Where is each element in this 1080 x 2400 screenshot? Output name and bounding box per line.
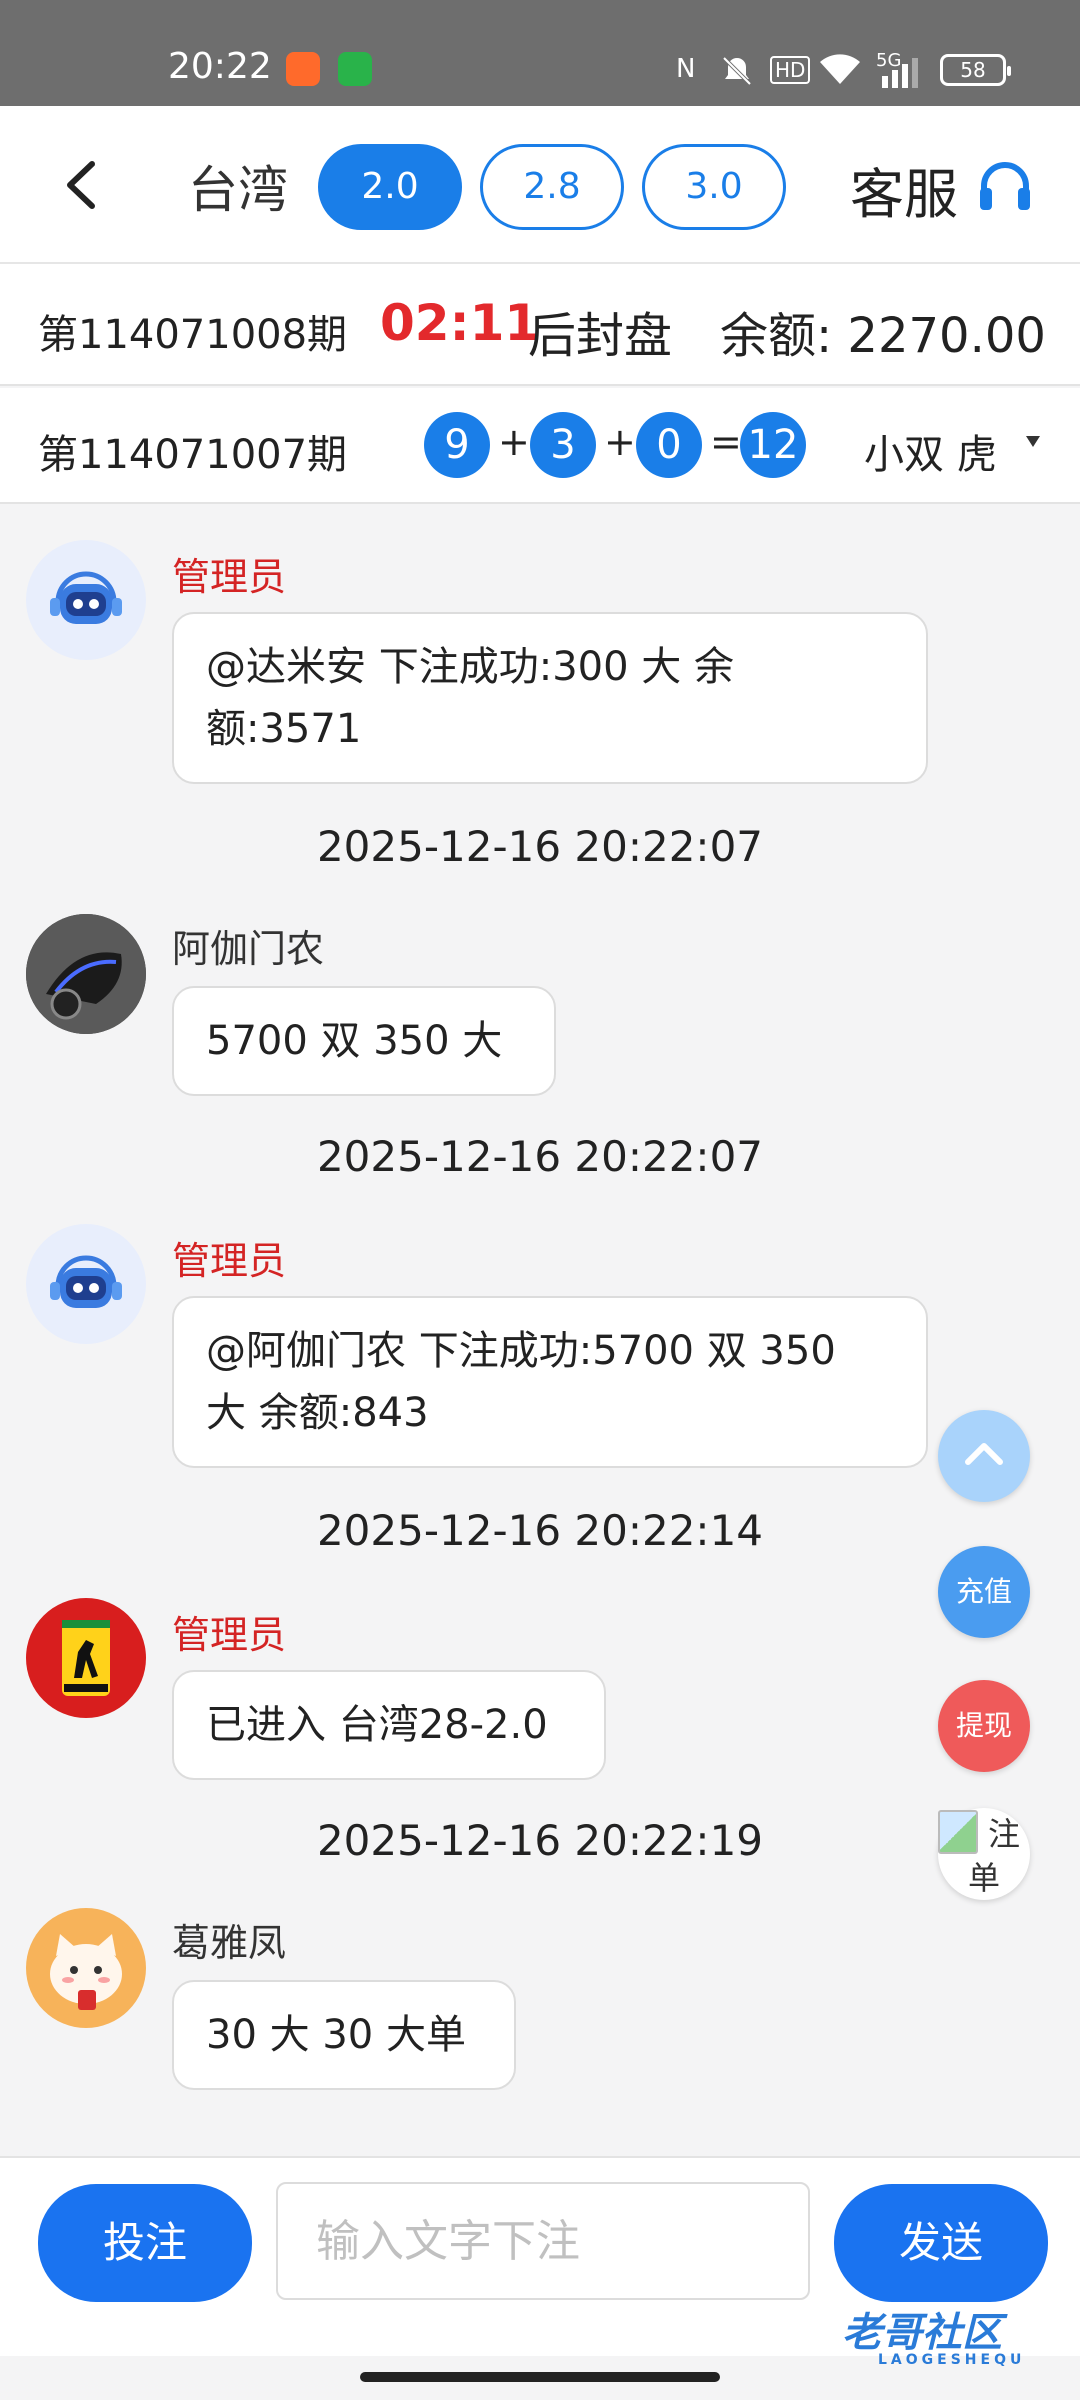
sender-name: 管理员 <box>172 1239 287 1283</box>
status-bar: 20:22 N HD 5G 58 <box>0 0 1080 106</box>
signal-icon <box>882 58 918 88</box>
ferrari-logo-icon <box>62 1620 110 1696</box>
result-sum-ball: 12 <box>740 412 806 478</box>
status-time: 20:22 <box>168 46 272 87</box>
message-bubble[interactable]: @阿伽门农 下注成功:5700 双 350 大 余额:843 <box>172 1296 928 1468</box>
send-button[interactable]: 发送 <box>834 2184 1048 2302</box>
last-period-label: 第114071007期 <box>38 432 348 478</box>
chevron-up-icon <box>965 1443 1003 1465</box>
bet-text-input[interactable] <box>276 2182 810 2300</box>
withdraw-button[interactable]: 提现 <box>938 1680 1030 1772</box>
cat-icon <box>50 1934 122 2010</box>
hd-icon: HD <box>770 56 811 84</box>
orders-button[interactable]: 注 单 <box>938 1808 1030 1900</box>
orders-label-line1: 注 <box>988 1815 1021 1853</box>
countdown-timer: 02:11 <box>380 294 540 352</box>
message-bubble[interactable]: 30 大 30 大单 <box>172 1980 516 2090</box>
headset-icon[interactable] <box>976 158 1034 216</box>
robot-icon <box>50 1255 122 1308</box>
operator: + <box>604 420 636 464</box>
customer-service-button[interactable]: 客服 <box>850 150 958 229</box>
home-indicator[interactable] <box>360 2372 720 2382</box>
operator: = <box>710 420 742 464</box>
sender-name: 管理员 <box>172 1613 287 1657</box>
battery-indicator: 58 <box>940 54 1011 86</box>
last-result-row: 第114071007期 9 + 3 + 0 = 12 小双 虎 <box>0 388 1080 504</box>
sender-name: 阿伽门农 <box>172 927 325 971</box>
current-period-label: 第114071008期 <box>38 312 348 358</box>
watermark-text: 老哥社区 <box>842 2310 1002 2356</box>
message-timestamp: 2025-12-16 20:22:07 <box>316 1132 764 1181</box>
cat-avatar[interactable] <box>26 1908 146 2028</box>
watermark: 老哥社区 LAOGESHEQU <box>842 2300 1025 2368</box>
message-bubble[interactable]: @达米安 下注成功:300 大 余 额:3571 <box>172 612 928 784</box>
mute-icon <box>722 56 752 86</box>
message-bubble[interactable]: 已进入 台湾28-2.0 <box>172 1670 606 1780</box>
current-period-row: 第114071008期 02:11 后封盘 余额: 2270.00 <box>0 264 1080 386</box>
operator: + <box>498 420 530 464</box>
ferrari-avatar[interactable] <box>26 1598 146 1718</box>
odds-tab-2-8[interactable]: 2.8 <box>480 144 624 230</box>
result-summary[interactable]: 小双 虎 <box>864 422 997 480</box>
scroll-top-button[interactable] <box>938 1410 1030 1502</box>
seal-text: 后封盘 <box>528 308 673 364</box>
odds-tab-3-0[interactable]: 3.0 <box>642 144 786 230</box>
broken-image-icon <box>938 1810 978 1854</box>
dropdown-triangle-icon[interactable] <box>1026 436 1040 447</box>
result-ball: 9 <box>424 412 490 478</box>
robot-icon <box>50 571 122 624</box>
back-arrow-icon[interactable] <box>62 160 102 210</box>
balance-display: 余额: 2270.00 <box>720 308 1046 364</box>
orders-label-line2: 单 <box>968 1859 1001 1897</box>
game-header: 台湾 2.0 2.8 3.0 客服 <box>0 106 1080 264</box>
message-timestamp: 2025-12-16 20:22:19 <box>316 1816 764 1865</box>
watermark-subtext: LAOGESHEQU <box>878 2352 1026 2368</box>
region-title: 台湾 <box>188 161 288 219</box>
odds-tab-2-0[interactable]: 2.0 <box>318 144 462 230</box>
bet-button[interactable]: 投注 <box>38 2184 252 2302</box>
wifi-icon <box>820 54 860 84</box>
robot-avatar[interactable] <box>26 540 146 660</box>
nfc-icon: N <box>676 54 696 84</box>
recharge-button[interactable]: 充值 <box>938 1546 1030 1638</box>
message-bubble[interactable]: 5700 双 350 大 <box>172 986 556 1096</box>
result-ball: 3 <box>530 412 596 478</box>
message-timestamp: 2025-12-16 20:22:07 <box>316 822 764 871</box>
sender-name: 管理员 <box>172 555 287 599</box>
message-timestamp: 2025-12-16 20:22:14 <box>316 1506 764 1555</box>
motorcycle-icon <box>26 914 146 1034</box>
video-app-notification-icon <box>338 52 372 86</box>
robot-avatar[interactable] <box>26 1224 146 1344</box>
result-ball: 0 <box>636 412 702 478</box>
motorcycle-avatar[interactable] <box>26 914 146 1034</box>
sender-name: 葛雅凤 <box>172 1921 287 1965</box>
app-notification-icon <box>286 52 320 86</box>
